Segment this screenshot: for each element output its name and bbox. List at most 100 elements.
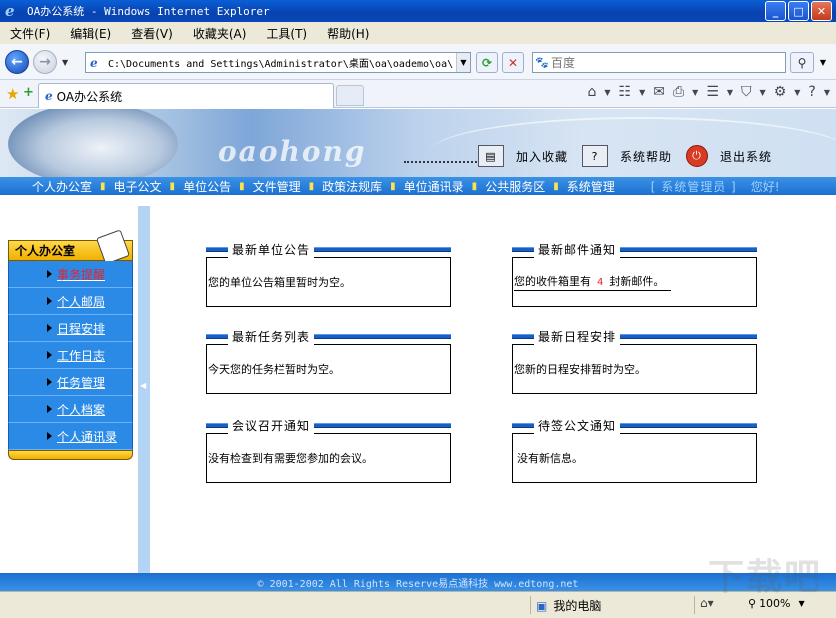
triangle-right-icon [47, 432, 52, 440]
hand-pointer-icon [95, 229, 131, 265]
collapse-arrow-icon[interactable]: ◀ [140, 381, 146, 390]
nav-system-management[interactable]: 系统管理 [567, 178, 615, 195]
panel-title-text: 最新日程安排 [534, 327, 621, 345]
panel-body: 您的收件箱里有 4 封新邮件。 [512, 257, 757, 307]
safety-icon[interactable]: ⛉ [741, 84, 752, 100]
nav-personal-office[interactable]: 个人办公室 [32, 178, 92, 195]
panel-title-text: 最新邮件通知 [534, 240, 621, 258]
computer-icon: ▣ [536, 598, 548, 613]
tools-dropdown-icon[interactable]: ▼ [794, 88, 800, 97]
menu-edit[interactable]: 编辑(E) [70, 25, 111, 42]
page-menu-icon[interactable]: ☰ [706, 84, 719, 100]
panel-schedule: 最新日程安排 您新的日程安排暂时为空。 [512, 327, 757, 394]
print-icon[interactable]: ⎙ [673, 84, 684, 100]
search-dropdown-icon[interactable]: ▼ [816, 52, 830, 73]
triangle-right-icon [47, 351, 52, 359]
panel-body: 您的单位公告箱里暂时为空。 [206, 257, 451, 307]
close-button[interactable]: ✕ [811, 1, 832, 21]
nav-separator: ▮ [553, 180, 559, 192]
nav-public-service[interactable]: 公共服务区 [485, 178, 545, 195]
banner: oaohong ▤ 加入收藏 ? 系统帮助 ⏻ 退出系统 [0, 109, 836, 177]
print-dropdown-icon[interactable]: ▼ [692, 88, 698, 97]
forward-button[interactable]: → [33, 50, 57, 74]
search-icon[interactable]: ⚲ [790, 52, 814, 73]
mail-prefix: 您的收件箱里有 [514, 275, 591, 288]
sidebar-item-profile[interactable]: 个人档案 [8, 396, 133, 423]
page-dropdown-icon[interactable]: ▼ [727, 88, 733, 97]
nav-e-documents[interactable]: 电子公文 [114, 178, 162, 195]
refresh-button[interactable]: ⟳ [476, 52, 498, 73]
triangle-right-icon [47, 324, 52, 332]
triangle-right-icon [47, 270, 52, 278]
mail-count-link[interactable]: 您的收件箱里有 4 封新邮件。 [514, 273, 672, 291]
new-tab-button[interactable] [336, 85, 364, 106]
address-dropdown-icon[interactable]: ▼ [456, 53, 470, 72]
sidebar-item-label: 工作日志 [57, 348, 106, 363]
nav-directory[interactable]: 单位通讯录 [404, 178, 464, 195]
feeds-dropdown-icon[interactable]: ▼ [639, 88, 645, 97]
panel-title: 会议召开通知 [206, 416, 451, 434]
panel-title-text: 待签公文通知 [534, 416, 621, 434]
history-dropdown-icon[interactable]: ▼ [62, 58, 68, 67]
nav-separator: ▮ [100, 180, 106, 192]
sidebar-item-tasks[interactable]: 任务管理 [8, 369, 133, 396]
tab-oa[interactable]: e OA办公系统 [38, 83, 334, 108]
sidebar-item-label: 任务管理 [57, 375, 106, 390]
help-dropdown-icon[interactable]: ▼ [824, 88, 830, 97]
address-field[interactable]: e C:\Documents and Settings\Administrato… [85, 52, 471, 73]
add-favorites-link[interactable]: ▤ 加入收藏 [478, 145, 568, 167]
feeds-icon[interactable]: ☷ [619, 84, 632, 100]
panel-meeting: 会议召开通知 没有检查到有需要您参加的会议。 [206, 416, 451, 483]
panel-title: 最新日程安排 [512, 327, 757, 345]
zoom-dropdown-icon[interactable]: ▼ [799, 599, 805, 608]
address-url[interactable]: C:\Documents and Settings\Administrator\… [108, 55, 456, 70]
panel-body: 您新的日程安排暂时为空。 [512, 344, 757, 394]
current-user: [ 系统管理员 ] [650, 179, 737, 194]
sidebar-item-mail[interactable]: 个人邮局 [8, 288, 133, 315]
search-box[interactable]: 🐾 [532, 52, 786, 73]
nav-separator: ▮ [169, 180, 176, 192]
tools-gear-icon[interactable]: ⚙ [774, 84, 787, 100]
nav-separator: ▮ [239, 180, 245, 192]
panel-title: 最新单位公告 [206, 240, 451, 258]
triangle-right-icon [47, 297, 52, 305]
sidebar-item-reminders[interactable]: 事务提醒 [8, 261, 133, 288]
greeting: 您好! [750, 179, 780, 194]
nav-announcements[interactable]: 单位公告 [183, 178, 231, 195]
logout-link[interactable]: ⏻ 退出系统 [686, 145, 772, 167]
sidebar-header-label: 个人办公室 [15, 244, 76, 258]
panel-notice: 最新单位公告 您的单位公告箱里暂时为空。 [206, 240, 451, 307]
stop-button[interactable]: ✕ [502, 52, 524, 73]
menu-help[interactable]: 帮助(H) [327, 25, 369, 42]
favorites-star-icon[interactable]: ★ [6, 85, 19, 103]
panel-body: 今天您的任务栏暂时为空。 [206, 344, 451, 394]
add-favorite-icon[interactable]: + [23, 85, 34, 100]
maximize-button[interactable]: □ [788, 1, 809, 21]
system-help-link[interactable]: ? 系统帮助 [582, 145, 672, 167]
tab-bar: ★ + e OA办公系统 ⌂ ▼ ☷ ▼ ✉ ⎙ ▼ ☰ ▼ ⛉ ▼ ⚙ ▼ ? ▼ [0, 80, 836, 108]
menu-view[interactable]: 查看(V) [131, 25, 173, 42]
sidebar-item-label: 事务提醒 [57, 267, 106, 282]
sidebar-item-contacts[interactable]: 个人通讯录 [8, 423, 133, 450]
mail-icon[interactable]: ✉ [653, 84, 665, 100]
back-button[interactable]: ← [5, 50, 29, 74]
nav-policy-library[interactable]: 政策法规库 [322, 178, 382, 195]
minimize-button[interactable]: _ [765, 1, 786, 21]
menu-bar: 文件(F) 编辑(E) 查看(V) 收藏夹(A) 工具(T) 帮助(H) [0, 22, 836, 44]
watermark: 下载吧 [708, 557, 823, 598]
home-dropdown-icon[interactable]: ▼ [604, 88, 610, 97]
menu-tools[interactable]: 工具(T) [266, 25, 307, 42]
nav-file-management[interactable]: 文件管理 [253, 178, 301, 195]
nav-separator: ▮ [390, 180, 396, 192]
help-circle-icon[interactable]: ? [808, 84, 815, 100]
menu-favorites[interactable]: 收藏夹(A) [193, 25, 247, 42]
triangle-right-icon [47, 405, 52, 413]
menu-file[interactable]: 文件(F) [10, 25, 50, 42]
command-bar: ⌂ ▼ ☷ ▼ ✉ ⎙ ▼ ☰ ▼ ⛉ ▼ ⚙ ▼ ? ▼ [587, 84, 830, 100]
search-input[interactable] [551, 55, 771, 70]
sidebar-item-schedule[interactable]: 日程安排 [8, 315, 133, 342]
safety-dropdown-icon[interactable]: ▼ [760, 88, 766, 97]
sidebar-item-worklog[interactable]: 工作日志 [8, 342, 133, 369]
home-icon[interactable]: ⌂ [587, 84, 596, 100]
sidebar-collapse-strip[interactable]: ◀ [138, 206, 150, 580]
